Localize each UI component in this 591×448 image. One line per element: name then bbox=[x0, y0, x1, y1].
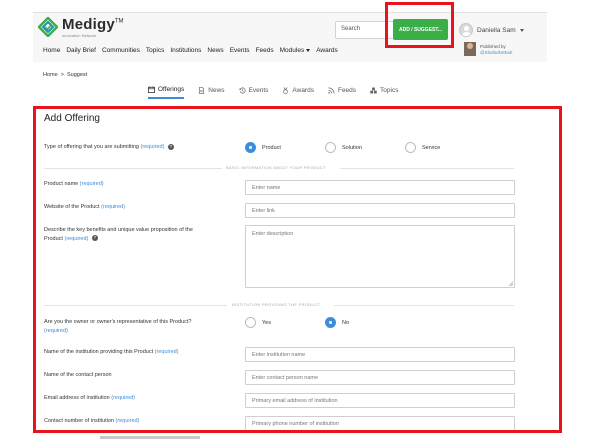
tab-topics-label: Topics bbox=[380, 87, 399, 94]
publisher-handle[interactable]: @ShahidNShah bbox=[480, 50, 512, 55]
history-icon bbox=[238, 87, 246, 94]
logo-tagline: Innovation Network bbox=[62, 32, 97, 38]
nav-item-communities[interactable]: Communities bbox=[102, 47, 140, 54]
breadcrumb-current: Suggest bbox=[67, 72, 88, 78]
chevron-down-icon bbox=[519, 28, 524, 32]
breadcrumb-home[interactable]: Home bbox=[43, 72, 58, 78]
breadcrumb-separator: > bbox=[60, 72, 64, 78]
nav-item-institutions[interactable]: Institutions bbox=[170, 47, 201, 54]
nav-item-events[interactable]: Events bbox=[230, 47, 250, 54]
logo-tm: TM bbox=[114, 18, 124, 25]
user-menu[interactable]: Daniella Sam bbox=[459, 21, 524, 39]
breadcrumb: Home > Suggest bbox=[43, 72, 87, 78]
tab-events[interactable]: Events bbox=[238, 86, 269, 99]
publisher-avatar[interactable] bbox=[464, 42, 476, 56]
nav-item-awards[interactable]: Awards bbox=[316, 47, 338, 54]
highlight-box-form bbox=[33, 106, 562, 433]
main-nav: Home Daily Brief Communities Topics Inst… bbox=[43, 47, 338, 54]
nav-item-modules[interactable]: Modules bbox=[280, 47, 311, 54]
published-by: Published by @ShahidNShah bbox=[480, 44, 512, 56]
rss-icon bbox=[328, 87, 335, 94]
chevron-down-icon bbox=[306, 48, 311, 52]
medigy-logo-icon bbox=[38, 17, 58, 37]
published-label: Published by bbox=[480, 44, 506, 49]
search-placeholder: Search bbox=[341, 26, 361, 32]
nav-item-news[interactable]: News bbox=[207, 47, 223, 54]
tab-feeds-label: Feeds bbox=[337, 87, 357, 94]
nav-item-home[interactable]: Home bbox=[43, 47, 60, 54]
tab-awards-label: Awards bbox=[292, 87, 314, 94]
tab-offerings-label: Offerings bbox=[158, 86, 185, 93]
document-icon bbox=[199, 87, 205, 94]
tab-events-label: Events bbox=[248, 87, 269, 94]
nav-item-daily-brief[interactable]: Daily Brief bbox=[66, 47, 96, 54]
nav-item-topics[interactable]: Topics bbox=[146, 47, 164, 54]
suggest-tabs: Offerings News Events Awards Feeds Topic… bbox=[148, 86, 398, 99]
topics-icon bbox=[370, 87, 377, 94]
medigy-logo[interactable]: MedigyTM Innovation Network bbox=[38, 16, 124, 38]
tab-topics[interactable]: Topics bbox=[370, 86, 398, 99]
scrollbar[interactable] bbox=[100, 436, 200, 439]
avatar bbox=[459, 23, 473, 37]
calendar-icon bbox=[148, 86, 155, 93]
tab-offerings[interactable]: Offerings bbox=[148, 86, 185, 99]
nav-item-modules-label: Modules bbox=[279, 47, 305, 54]
tab-news[interactable]: News bbox=[198, 86, 225, 99]
highlight-box-suggest bbox=[385, 2, 454, 48]
user-name: Daniella Sam bbox=[477, 26, 516, 34]
tab-news-label: News bbox=[208, 87, 225, 94]
award-icon bbox=[283, 87, 289, 94]
publisher-face bbox=[467, 43, 473, 49]
nav-item-feeds[interactable]: Feeds bbox=[256, 47, 274, 54]
tab-feeds[interactable]: Feeds bbox=[328, 86, 356, 99]
tab-awards[interactable]: Awards bbox=[282, 86, 314, 99]
logo-name: Medigy bbox=[62, 15, 115, 33]
